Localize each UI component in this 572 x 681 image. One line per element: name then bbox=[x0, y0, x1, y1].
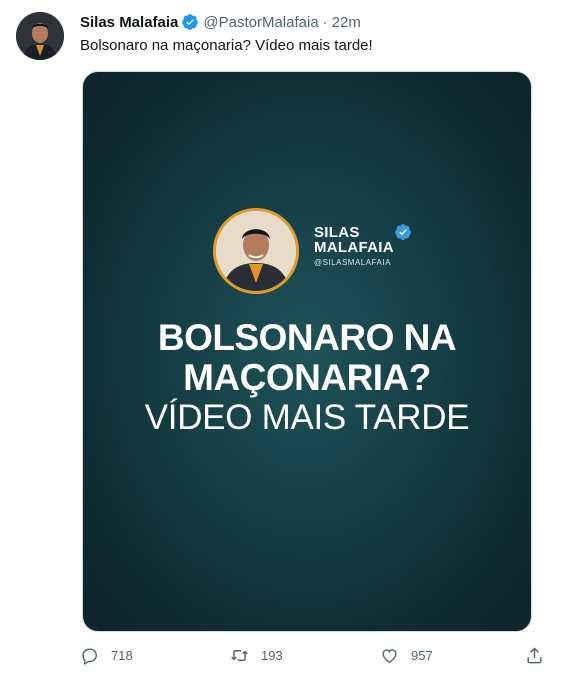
media-subline: VÍDEO MAIS TARDE bbox=[144, 398, 470, 437]
retweet-count: 193 bbox=[261, 648, 283, 663]
author-photo bbox=[16, 12, 64, 60]
tweet-text: Bolsonaro na maçonaria? Vídeo mais tarde… bbox=[80, 37, 373, 54]
tweet-actions: 718 193 957 bbox=[80, 646, 556, 672]
share-button[interactable] bbox=[525, 646, 556, 665]
media-handle: @SILASMALAFAIA bbox=[314, 258, 391, 267]
reply-count: 718 bbox=[111, 648, 133, 663]
media-portrait bbox=[216, 211, 296, 291]
author-avatar[interactable] bbox=[16, 12, 64, 60]
reply-icon bbox=[82, 648, 97, 665]
author-handle[interactable]: @PastorMalafaia bbox=[203, 14, 318, 31]
media-profile-photo bbox=[213, 208, 299, 294]
tweet-timestamp[interactable]: 22m bbox=[332, 14, 361, 31]
media-headline: BOLSONARO NA MAÇONARIA? bbox=[83, 318, 531, 398]
retweet-icon bbox=[231, 650, 248, 661]
media-name: SILAS MALAFAIA bbox=[314, 225, 394, 255]
media-headline-line1: BOLSONARO NA bbox=[157, 317, 457, 358]
media-verified-icon bbox=[395, 224, 411, 240]
media-headline-line2: MAÇONARIA? bbox=[183, 357, 431, 398]
media-name-line1: SILAS bbox=[314, 224, 360, 241]
like-icon bbox=[382, 649, 397, 664]
tweet-media-image[interactable]: SILAS MALAFAIA @SILASMALAFAIA BOLSONARO … bbox=[82, 71, 532, 632]
separator-dot: · bbox=[322, 13, 328, 31]
share-icon bbox=[527, 647, 542, 664]
media-name-line2: MALAFAIA bbox=[314, 239, 394, 256]
reply-button[interactable]: 718 bbox=[80, 646, 133, 665]
author-name[interactable]: Silas Malafaia bbox=[80, 14, 178, 31]
like-button[interactable]: 957 bbox=[380, 646, 433, 665]
verified-badge-icon bbox=[182, 14, 199, 30]
tweet-header: Silas Malafaia @PastorMalafaia · 22m bbox=[80, 12, 556, 32]
like-count: 957 bbox=[411, 648, 433, 663]
retweet-button[interactable]: 193 bbox=[230, 646, 283, 665]
